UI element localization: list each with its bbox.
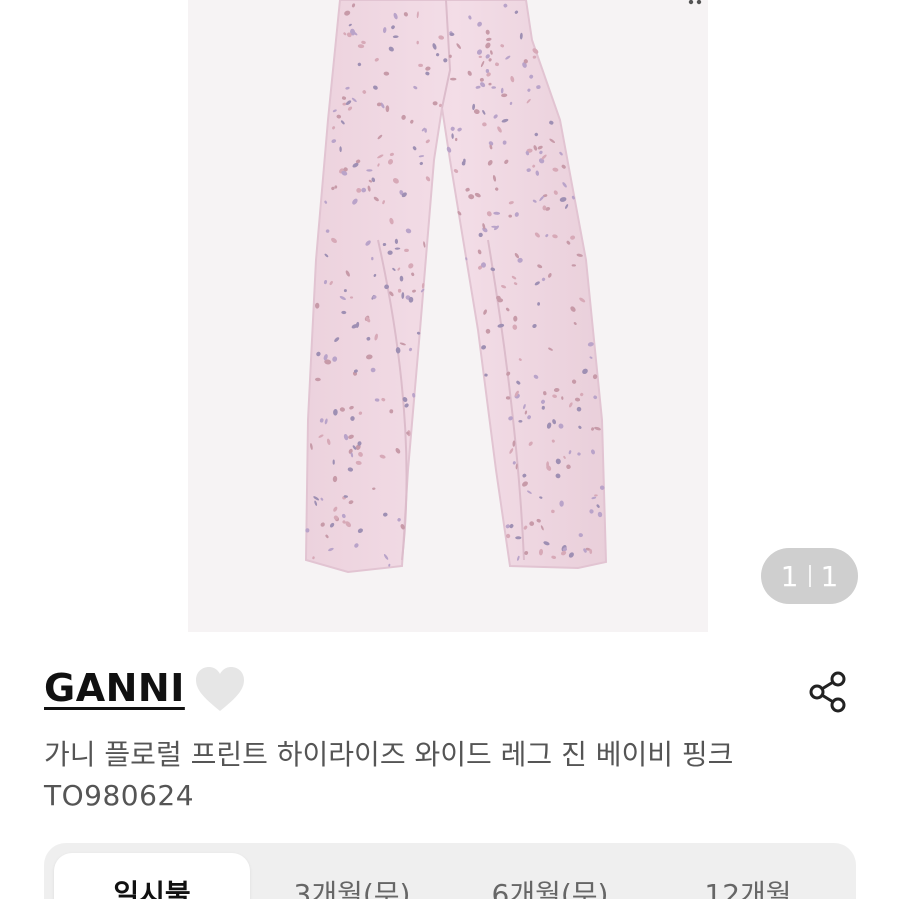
tab-label: 3개월(무)	[293, 878, 411, 899]
installment-tabs: 일시불 3개월(무) 6개월(무) 12개월	[44, 843, 856, 899]
image-counter-separator	[808, 565, 811, 587]
tab-lump-sum[interactable]: 일시불	[54, 853, 250, 899]
floral-dot	[371, 256, 374, 261]
image-counter-current: 1	[780, 559, 799, 593]
product-code: TO980624	[44, 779, 195, 812]
more-dots-icon[interactable]	[688, 0, 702, 10]
floral-dot	[332, 459, 335, 465]
heart-icon[interactable]	[194, 666, 246, 714]
floral-dot	[448, 54, 452, 58]
product-image[interactable]	[188, 0, 708, 632]
image-counter-total: 1	[820, 559, 839, 593]
jeans-body	[304, 0, 608, 574]
share-icon[interactable]	[806, 670, 850, 714]
floral-dot	[366, 169, 373, 172]
brand-link[interactable]: GANNI	[44, 666, 185, 710]
tab-label: 6개월(무)	[491, 878, 609, 899]
product-title: 가니 플로럴 프린트 하이라이즈 와이드 레그 진 베이비 핑크	[44, 738, 734, 771]
tab-label: 일시불	[113, 878, 191, 899]
tab-12-months[interactable]: 12개월	[650, 853, 846, 899]
tab-6-months[interactable]: 6개월(무)	[452, 853, 648, 899]
product-detail-page: 1 1 GANNI 가니 플로럴 프린트 하이라이즈 와이드 레그 진 베이비 …	[0, 0, 899, 899]
floral-dot	[515, 536, 522, 540]
tab-label: 12개월	[704, 878, 792, 899]
tab-3-months[interactable]: 3개월(무)	[254, 853, 450, 899]
floral-dot	[518, 420, 523, 423]
image-counter: 1 1	[761, 548, 858, 604]
jeans-illustration	[304, 0, 608, 574]
floral-dot	[385, 105, 390, 113]
